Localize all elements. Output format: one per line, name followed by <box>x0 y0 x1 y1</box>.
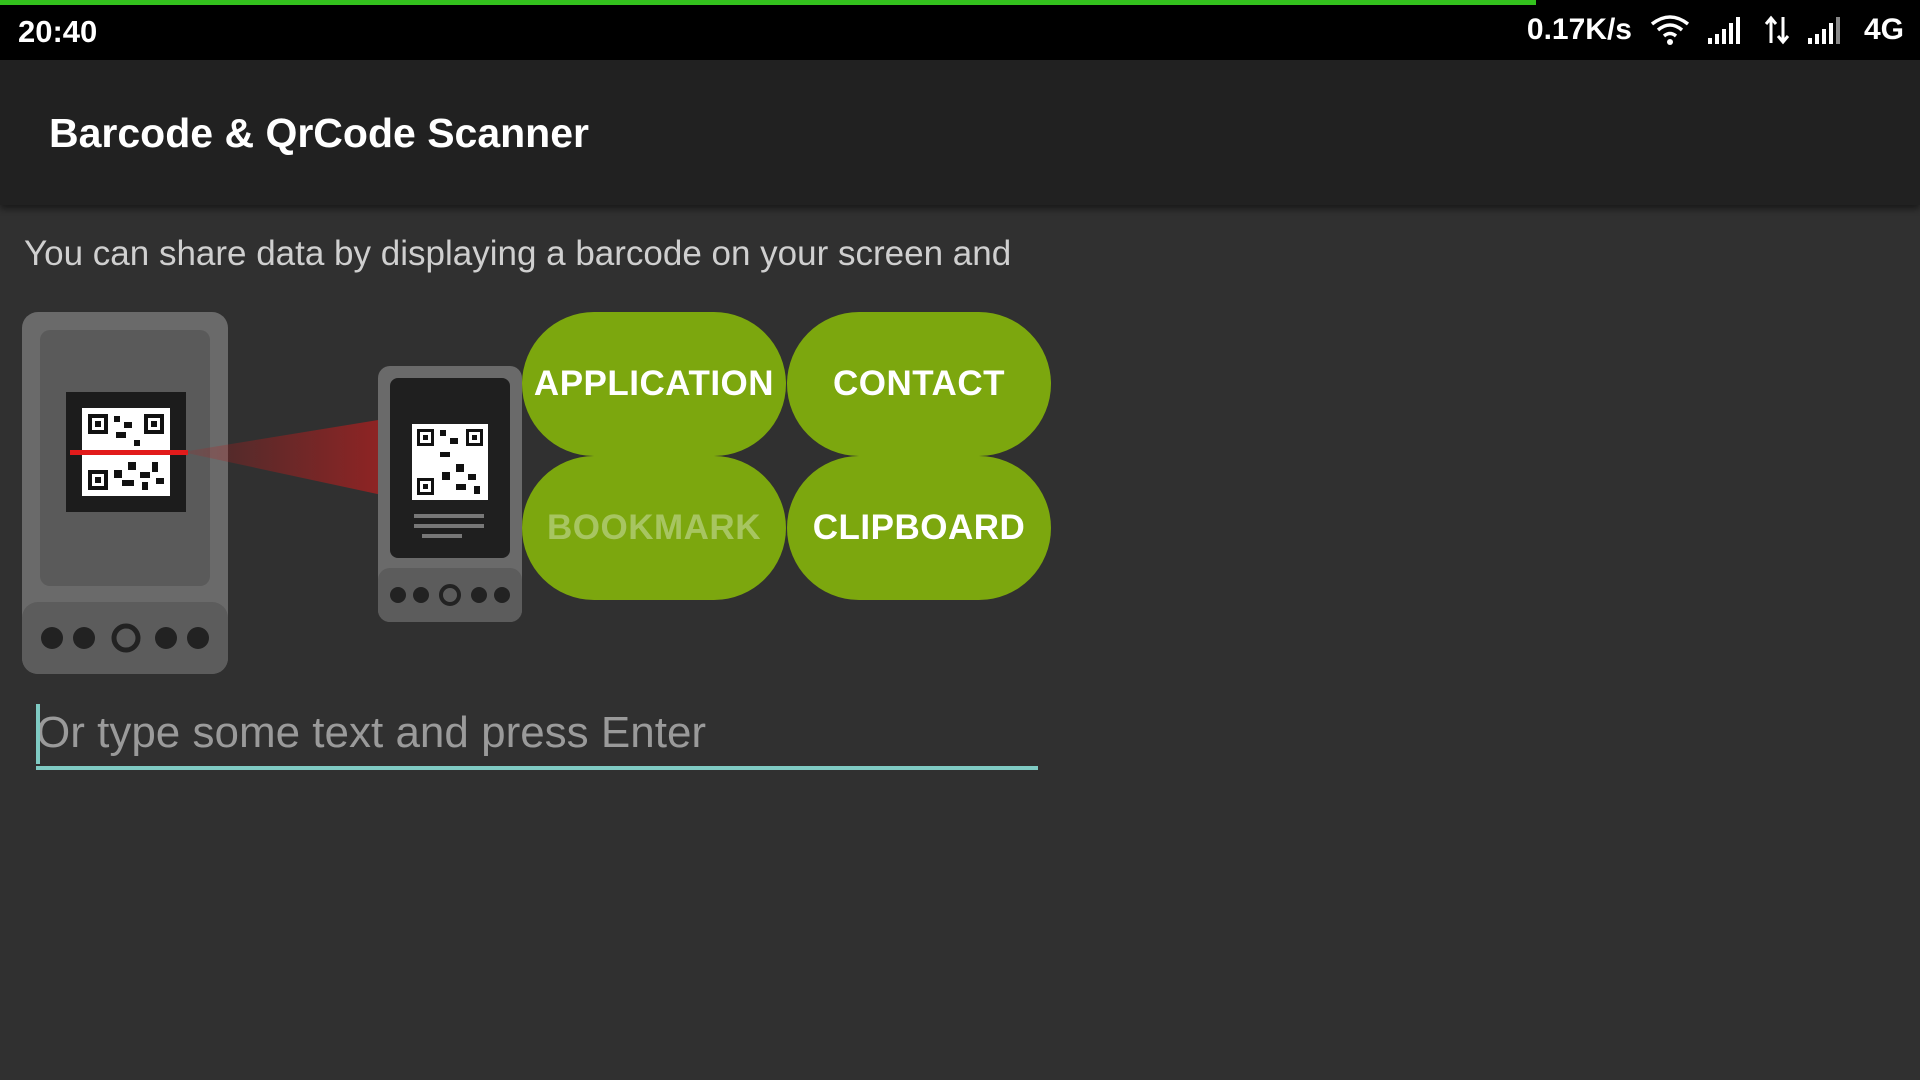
text-cursor <box>36 704 40 764</box>
wifi-icon <box>1650 14 1690 46</box>
status-indicators: 0.17K/s 4G <box>1527 10 1904 50</box>
phone-display-icon <box>22 312 228 674</box>
status-bar: 20:40 0.17K/s 4G <box>0 0 1920 60</box>
data-transfer-icon <box>1764 15 1790 45</box>
intro-text: You can share data by displaying a barco… <box>24 234 1012 273</box>
signal-icon <box>1707 16 1746 44</box>
clipboard-button[interactable]: CLIPBOARD <box>787 456 1051 600</box>
application-button[interactable]: APPLICATION <box>522 312 786 456</box>
signal-icon-2 <box>1807 16 1846 44</box>
bookmark-button[interactable]: BOOKMARK <box>522 456 786 600</box>
scan-illustration <box>22 312 522 674</box>
network-speed: 0.17K/s <box>1526 13 1632 46</box>
network-type: 4G <box>1863 13 1904 46</box>
status-time: 20:40 <box>18 14 98 49</box>
contact-button[interactable]: CONTACT <box>787 312 1051 456</box>
text-input[interactable] <box>36 700 1038 770</box>
action-bar: Barcode & QrCode Scanner <box>0 60 1920 205</box>
phone-scanner-icon <box>378 366 522 622</box>
status-progress-bar <box>0 0 1536 5</box>
app-title: Barcode & QrCode Scanner <box>49 110 589 156</box>
